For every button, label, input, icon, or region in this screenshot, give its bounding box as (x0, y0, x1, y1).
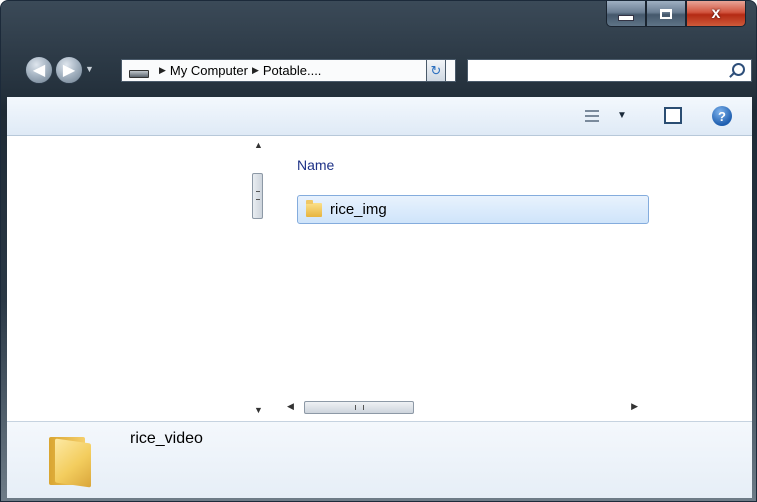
content-area: ▲ ▼ Name rice_img ◀ ▶ (7, 136, 752, 421)
back-button[interactable]: ◀ (25, 56, 53, 84)
file-name: rice_img (330, 201, 387, 218)
folder-icon (47, 433, 95, 488)
address-bar[interactable]: ▶ My Computer ▶ Potable.... ▼ (121, 59, 456, 82)
folder-icon (306, 199, 322, 217)
forward-arrow-icon: ▶ (62, 62, 76, 79)
maximize-button[interactable] (646, 1, 686, 27)
scroll-down-arrow-icon[interactable]: ▼ (254, 405, 263, 415)
scroll-left-arrow-icon[interactable]: ◀ (287, 401, 294, 412)
refresh-button[interactable]: ↻ (426, 59, 446, 82)
back-arrow-icon: ◀ (32, 62, 46, 79)
navigation-bar: ◀ ▶ ▼ ▶ My Computer ▶ Potable.... ▼ ↻ (1, 56, 756, 86)
command-bar: ▼ ? (7, 97, 752, 136)
details-pane: rice_video (7, 421, 752, 498)
refresh-icon: ↻ (430, 62, 442, 78)
views-icon[interactable] (585, 109, 599, 123)
file-list: Name rice_img (282, 136, 652, 406)
help-icon[interactable]: ? (712, 106, 732, 126)
minimize-button[interactable] (606, 1, 646, 27)
breadcrumb-potable[interactable]: Potable.... (263, 63, 322, 78)
list-item[interactable]: rice_img (297, 195, 649, 224)
recent-pages-dropdown-icon[interactable]: ▼ (85, 64, 94, 74)
forward-button[interactable]: ▶ (55, 56, 83, 84)
views-dropdown-icon[interactable]: ▼ (617, 110, 627, 121)
details-item-name: rice_video (130, 430, 203, 447)
breadcrumb-separator-icon[interactable]: ▶ (159, 65, 166, 76)
drive-icon (129, 70, 149, 78)
maximize-icon (660, 8, 672, 19)
caption-buttons: x (606, 1, 746, 27)
search-icon[interactable] (732, 63, 745, 76)
preview-pane-icon[interactable] (664, 107, 682, 124)
explorer-window: x ◀ ▶ ▼ ▶ My Computer ▶ Potable.... ▼ ↻ (0, 0, 757, 502)
search-input[interactable] (474, 60, 728, 82)
column-header-name[interactable]: Name (297, 157, 334, 173)
navigation-pane-scrollbar[interactable]: ▲ ▼ (249, 136, 266, 421)
scroll-right-arrow-icon[interactable]: ▶ (631, 401, 638, 412)
close-button[interactable]: x (686, 1, 746, 27)
close-icon: x (711, 4, 721, 22)
breadcrumb-separator-icon[interactable]: ▶ (252, 65, 259, 76)
navigation-pane[interactable] (7, 136, 249, 421)
scroll-up-arrow-icon[interactable]: ▲ (254, 140, 263, 150)
minimize-icon (618, 14, 634, 21)
horizontal-scrollbar-thumb[interactable] (304, 401, 414, 414)
scrollbar-thumb[interactable] (252, 173, 263, 219)
breadcrumb-my-computer[interactable]: My Computer (170, 63, 248, 78)
file-list-horizontal-scrollbar[interactable]: ◀ ▶ (282, 399, 652, 416)
search-box[interactable] (467, 59, 752, 82)
